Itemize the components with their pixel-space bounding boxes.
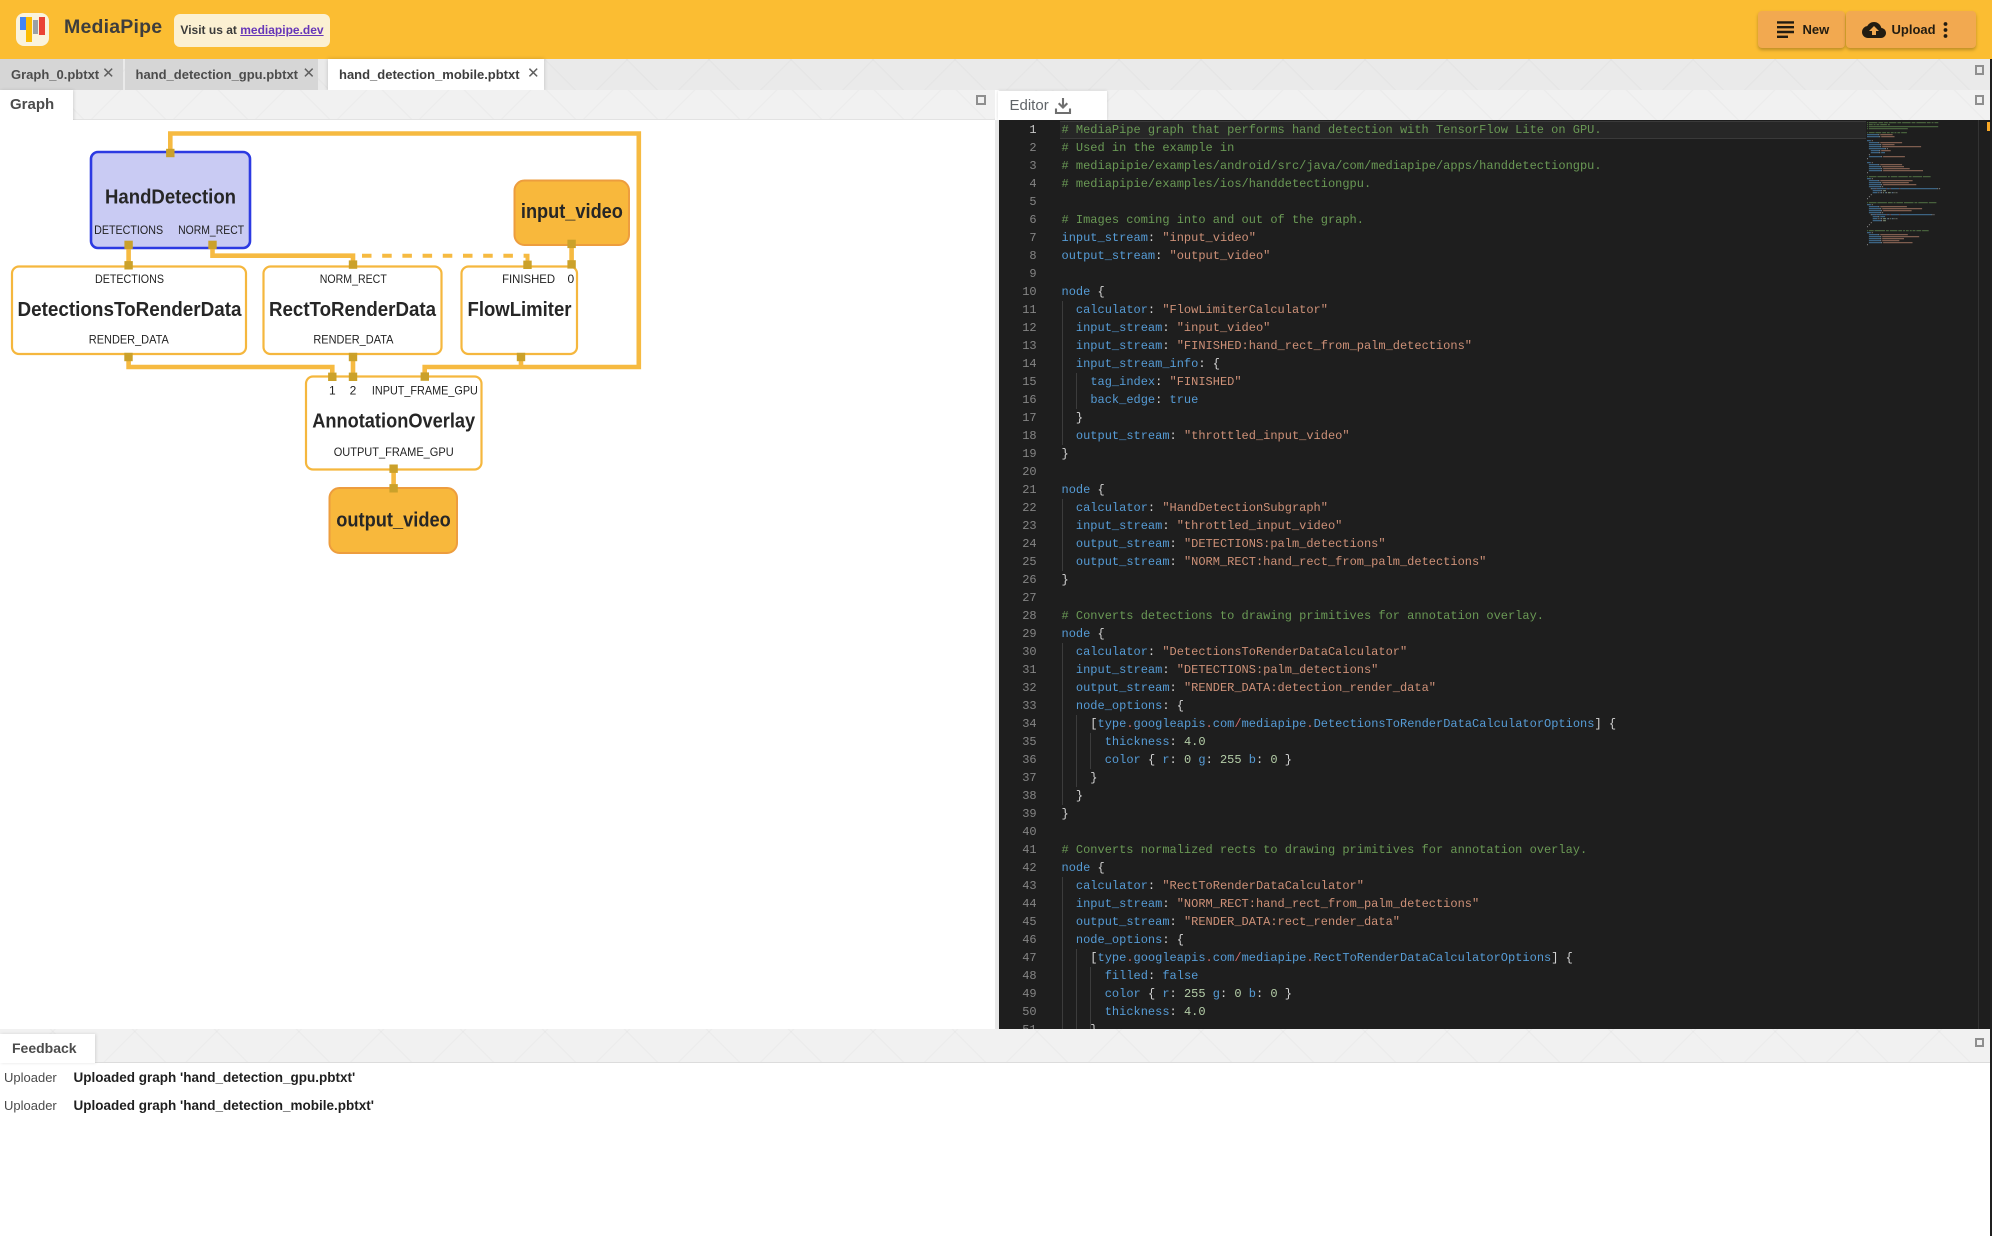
svg-text:FlowLimiter: FlowLimiter [468, 299, 572, 321]
svg-text:INPUT_FRAME_GPU: INPUT_FRAME_GPU [372, 384, 478, 398]
svg-text:HandDetection: HandDetection [105, 187, 236, 209]
svg-text:DETECTIONS: DETECTIONS [95, 272, 164, 286]
svg-text:OUTPUT_FRAME_GPU: OUTPUT_FRAME_GPU [334, 445, 454, 459]
svg-text:NORM_RECT: NORM_RECT [178, 223, 245, 237]
svg-text:output_video: output_video [336, 510, 451, 532]
svg-text:2: 2 [350, 384, 357, 398]
svg-text:DetectionsToRenderData: DetectionsToRenderData [18, 299, 243, 321]
svg-text:1: 1 [329, 384, 336, 398]
svg-text:AnnotationOverlay: AnnotationOverlay [312, 411, 476, 433]
svg-text:NORM_RECT: NORM_RECT [320, 272, 388, 286]
svg-text:RENDER_DATA: RENDER_DATA [313, 333, 393, 347]
svg-text:RENDER_DATA: RENDER_DATA [89, 333, 169, 347]
svg-text:RectToRenderData: RectToRenderData [269, 299, 437, 321]
svg-text:0: 0 [567, 272, 574, 286]
svg-text:input_video: input_video [521, 201, 623, 223]
svg-text:DETECTIONS: DETECTIONS [94, 223, 163, 237]
svg-text:FINISHED: FINISHED [502, 272, 555, 286]
